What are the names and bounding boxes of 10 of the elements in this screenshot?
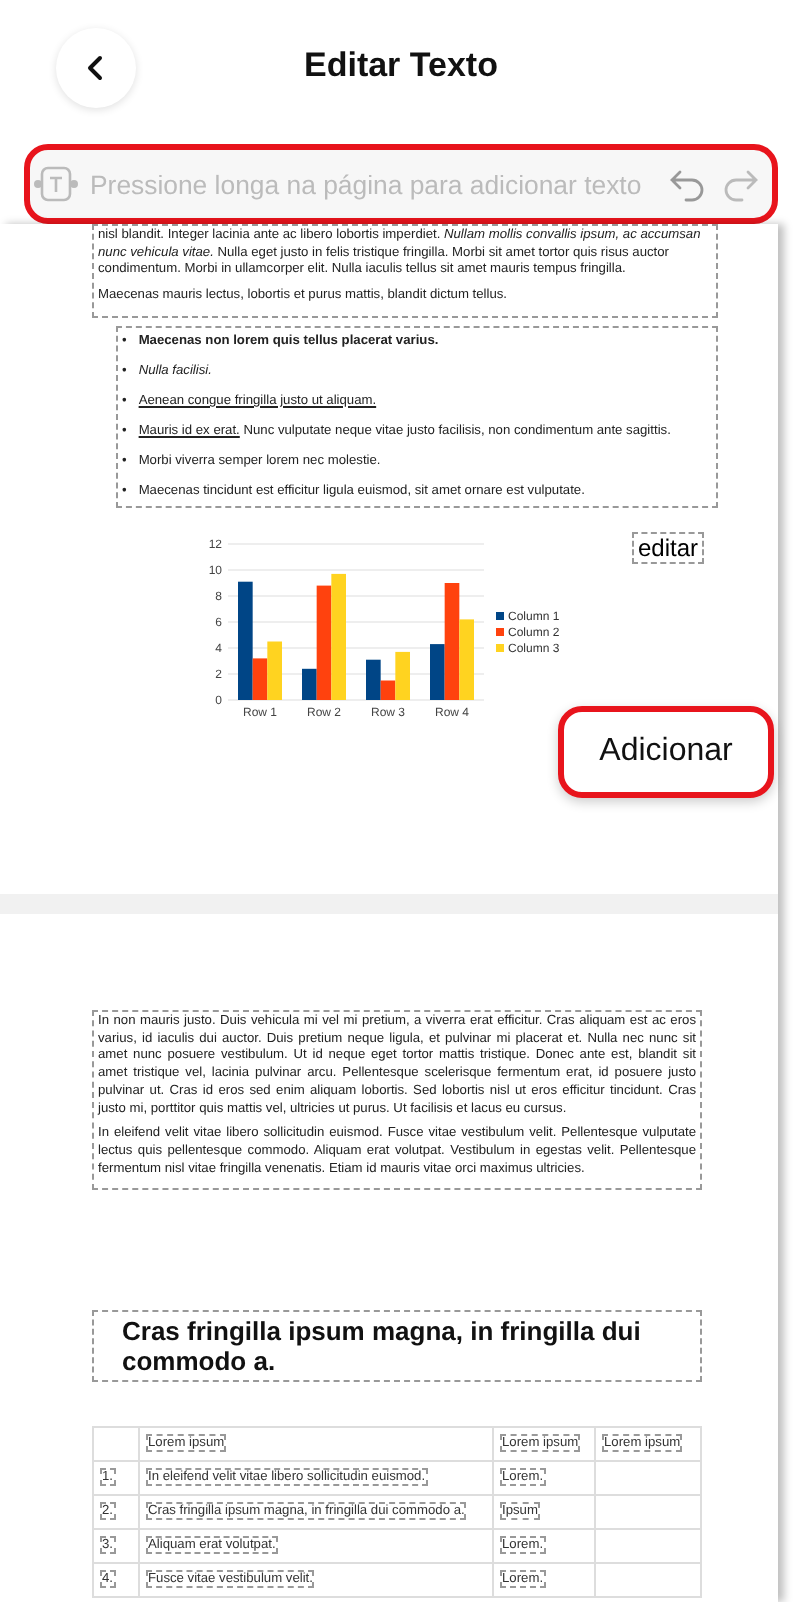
text-tool-icon[interactable]: [34, 164, 78, 204]
redo-icon[interactable]: [720, 166, 760, 202]
text-input-field[interactable]: Pressione longa na página para adicionar texto: [90, 169, 656, 199]
back-button[interactable]: [56, 28, 136, 108]
page-title: Editar Texto: [304, 46, 498, 86]
add-button[interactable]: Adicionar: [558, 706, 774, 798]
heading: Cras fringilla ipsum magna, in fringilla dui commodo a.: [92, 1310, 702, 1383]
text-box[interactable]: editar: [632, 531, 705, 564]
text-input-bar[interactable]: Pressione longa na página para adicionar texto: [24, 144, 778, 224]
undo-icon[interactable]: [668, 166, 708, 202]
